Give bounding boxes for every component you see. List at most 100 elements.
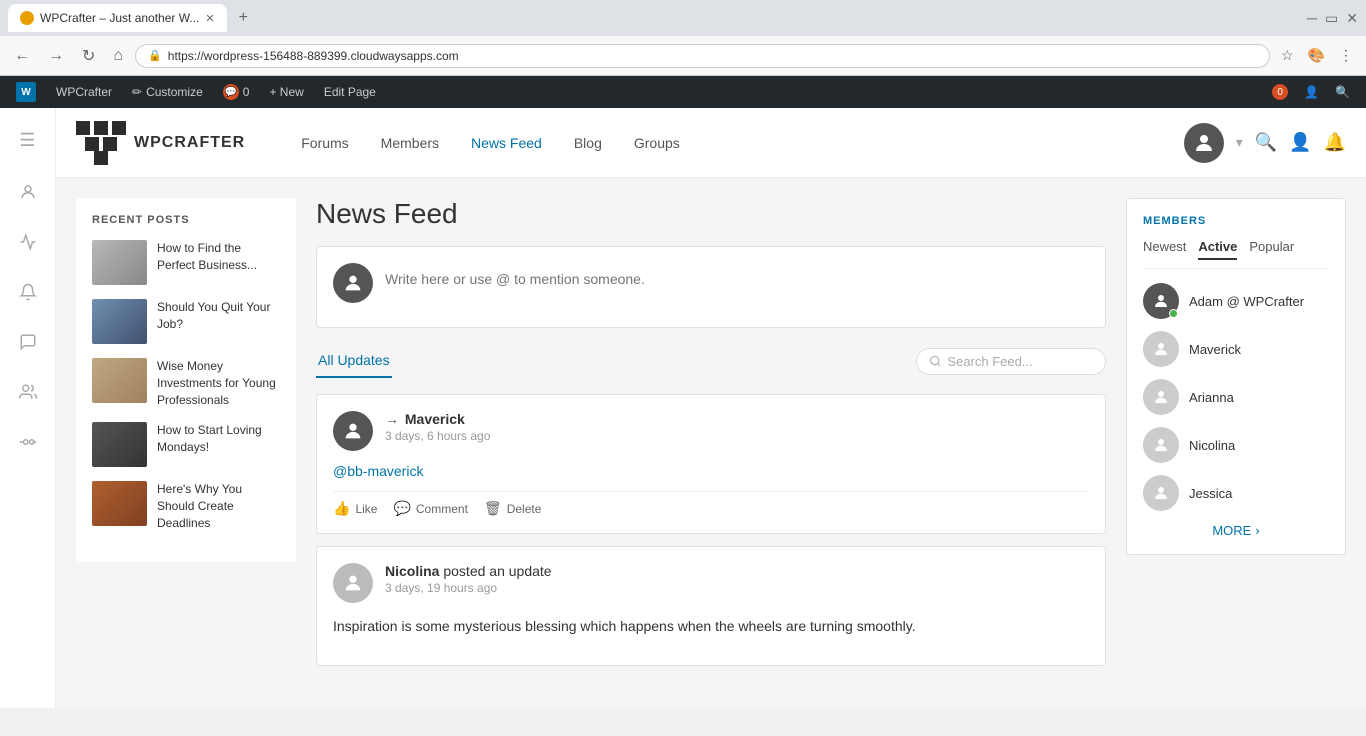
home-button[interactable]: ⌂ <box>107 43 129 69</box>
browser-titlebar: WPCrafter – Just another W... ✕ + ─ ▭ ✕ <box>0 0 1366 36</box>
member-name-nicolina[interactable]: Nicolina <box>1189 438 1235 453</box>
member-name-maverick[interactable]: Maverick <box>1189 342 1241 357</box>
sidebar-groups-icon[interactable] <box>13 427 43 457</box>
search-feed-input[interactable] <box>947 354 1093 369</box>
minimize-button[interactable]: ─ <box>1307 10 1317 26</box>
members-tab-newest[interactable]: Newest <box>1143 239 1186 260</box>
browser-tab[interactable]: WPCrafter – Just another W... ✕ <box>8 4 227 32</box>
admin-right-icon[interactable]: 0 <box>1264 76 1296 108</box>
post-content-link-1[interactable]: @bb-maverick <box>333 463 423 479</box>
wp-logo-link[interactable]: W <box>8 76 44 108</box>
post-title-5[interactable]: Here's Why You Should Create Deadlines <box>157 481 280 531</box>
nav-groups[interactable]: Groups <box>618 127 696 159</box>
post-title-4[interactable]: How to Start Loving Mondays! <box>157 422 280 456</box>
reload-button[interactable]: ↻ <box>76 42 101 70</box>
new-tab-button[interactable]: + <box>233 9 254 27</box>
post-title-3[interactable]: Wise Money Investments for Young Profess… <box>157 358 280 408</box>
site-nav: Forums Members News Feed Blog Groups <box>285 127 696 159</box>
members-more-link[interactable]: MORE › <box>1143 523 1329 538</box>
nav-forums[interactable]: Forums <box>285 127 364 159</box>
close-button[interactable]: ✕ <box>1346 10 1358 27</box>
members-tab-active[interactable]: Active <box>1198 239 1237 260</box>
sidebar-menu-icon[interactable]: ☰ <box>13 124 41 157</box>
online-indicator-adam <box>1169 309 1178 318</box>
post-header-1: → Maverick 3 days, 6 hours ago <box>333 411 1089 451</box>
extensions-button[interactable]: 🎨 <box>1303 44 1330 67</box>
post-user-info-2: Nicolina posted an update 3 days, 19 hou… <box>385 563 1089 595</box>
like-label-1: Like <box>355 502 377 516</box>
maximize-button[interactable]: ▭ <box>1325 10 1338 27</box>
admin-search[interactable]: 🔍 <box>1327 76 1358 108</box>
header-right: ▾ 🔍 👤 🔔 <box>1184 123 1346 163</box>
delete-button-1[interactable]: 🗑 Delete <box>484 500 541 517</box>
members-more-label: MORE <box>1212 523 1251 538</box>
post-content-1: @bb-maverick <box>333 463 1089 479</box>
admin-customize[interactable]: ✏ Customize <box>124 76 211 108</box>
tab-close-button[interactable]: ✕ <box>205 12 214 25</box>
member-item-jessica: Jessica <box>1143 475 1329 511</box>
site-logo: WPCRAFTER <box>76 121 245 165</box>
post-avatar-nicolina <box>333 563 373 603</box>
member-avatar-maverick <box>1143 331 1179 367</box>
feed-post-1: → Maverick 3 days, 6 hours ago @bb-maver… <box>316 394 1106 534</box>
delete-icon-1: 🗑 <box>484 500 502 517</box>
nav-members[interactable]: Members <box>365 127 455 159</box>
member-avatar-jessica <box>1143 475 1179 511</box>
sidebar-messages-icon[interactable] <box>13 327 43 357</box>
filter-tabs: All Updates <box>316 344 408 378</box>
member-item-nicolina: Nicolina <box>1143 427 1329 463</box>
sidebar-user-icon[interactable] <box>13 177 43 207</box>
settings-button[interactable]: ⋮ <box>1334 44 1358 67</box>
admin-profile[interactable]: 👤 <box>1296 76 1327 108</box>
sidebar-friends-icon[interactable] <box>13 377 43 407</box>
post-username-1[interactable]: Maverick <box>405 411 465 427</box>
list-item: Should You Quit Your Job? <box>92 299 280 344</box>
post-time-1: 3 days, 6 hours ago <box>385 429 1089 443</box>
user-avatar[interactable] <box>1184 123 1224 163</box>
composer-avatar <box>333 263 373 303</box>
header-notifications-icon[interactable]: 🔔 <box>1324 132 1346 153</box>
post-thumbnail-3 <box>92 358 147 403</box>
sidebar-notifications-icon[interactable] <box>13 277 43 307</box>
comment-count-label: 0 <box>243 85 250 99</box>
wp-logo-text: W <box>21 87 30 98</box>
logo-icon <box>76 121 126 165</box>
header-profile-icon[interactable]: 👤 <box>1289 132 1311 153</box>
members-sidebar: MEMBERS Newest Active Popular Adam @ WPC… <box>1126 198 1346 555</box>
nav-newsfeed[interactable]: News Feed <box>455 127 558 159</box>
user-dropdown-arrow[interactable]: ▾ <box>1236 134 1243 151</box>
admin-new[interactable]: + New <box>261 76 311 108</box>
members-tab-popular[interactable]: Popular <box>1249 239 1294 260</box>
post-username-2[interactable]: Nicolina <box>385 563 439 579</box>
member-name-adam[interactable]: Adam @ WPCrafter <box>1189 294 1304 309</box>
member-name-arianna[interactable]: Arianna <box>1189 390 1234 405</box>
admin-site-name[interactable]: WPCrafter <box>48 76 120 108</box>
wp-bar-right: 0 👤 🔍 <box>1264 76 1358 108</box>
browser-window: WPCrafter – Just another W... ✕ + ─ ▭ ✕ … <box>0 0 1366 708</box>
forward-button[interactable]: → <box>42 43 70 69</box>
nav-blog[interactable]: Blog <box>558 127 618 159</box>
composer-input[interactable] <box>385 263 1089 311</box>
recent-posts-title: RECENT POSTS <box>92 214 280 226</box>
like-button-1[interactable]: 👍 Like <box>333 500 377 517</box>
post-content-2: Inspiration is some mysterious blessing … <box>333 615 1089 637</box>
admin-edit-page[interactable]: Edit Page <box>316 76 384 108</box>
post-time-2: 3 days, 19 hours ago <box>385 581 1089 595</box>
bookmark-button[interactable]: ☆ <box>1276 44 1299 67</box>
filter-tab-all-updates[interactable]: All Updates <box>316 344 392 378</box>
header-search-icon[interactable]: 🔍 <box>1255 132 1277 153</box>
member-name-jessica[interactable]: Jessica <box>1189 486 1232 501</box>
post-thumbnail-2 <box>92 299 147 344</box>
member-item-arianna: Arianna <box>1143 379 1329 415</box>
wp-bar-count: 0 <box>1272 84 1288 100</box>
tab-title: WPCrafter – Just another W... <box>40 11 199 25</box>
post-user-name-2: Nicolina posted an update <box>385 563 1089 579</box>
back-button[interactable]: ← <box>8 43 36 69</box>
address-bar[interactable]: 🔒 https://wordpress-156488-889399.cloudw… <box>135 44 1270 68</box>
comment-button-1[interactable]: 💬 Comment <box>393 500 467 517</box>
post-header-2: Nicolina posted an update 3 days, 19 hou… <box>333 563 1089 603</box>
sidebar-activity-icon[interactable] <box>13 227 43 257</box>
post-title-2[interactable]: Should You Quit Your Job? <box>157 299 280 333</box>
admin-comments[interactable]: 💬 0 <box>215 76 258 108</box>
post-title-1[interactable]: How to Find the Perfect Business... <box>157 240 280 274</box>
